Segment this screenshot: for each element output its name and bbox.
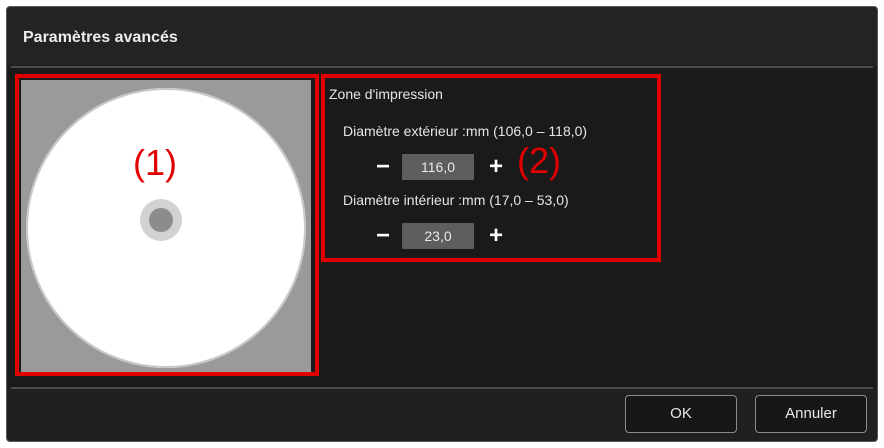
disc-center-hole [149,208,173,232]
inner-diameter-increase-button[interactable]: + [486,224,506,248]
outer-diameter-label: Diamètre extérieur :mm (106,0 – 118,0) [343,123,588,139]
inner-diameter-decrease-button[interactable]: − [373,224,393,248]
inner-diameter-field[interactable]: 23,0 [402,223,474,249]
dialog-content: (1) Zone d'impression Diamètre extérieur… [7,68,877,387]
dialog-title: Paramètres avancés [23,29,178,46]
cancel-button[interactable]: Annuler [755,395,867,433]
outer-diameter-decrease-button[interactable]: − [373,155,393,179]
outer-diameter-field[interactable]: 116,0 [402,154,474,180]
print-zone-label: Zone d'impression [329,86,443,102]
dialog-footer: OK Annuler [7,389,877,441]
outer-diameter-increase-button[interactable]: + [486,155,506,179]
advanced-settings-dialog: Paramètres avancés (1) Zone d'impression… [6,6,878,442]
inner-diameter-label: Diamètre intérieur :mm (17,0 – 53,0) [343,192,569,208]
ok-button[interactable]: OK [625,395,737,433]
dialog-titlebar: Paramètres avancés [7,7,877,65]
preview-callout-label: (1) [133,142,177,183]
settings-callout-label: (2) [517,140,561,181]
disc-preview-area: (1) [21,80,311,372]
